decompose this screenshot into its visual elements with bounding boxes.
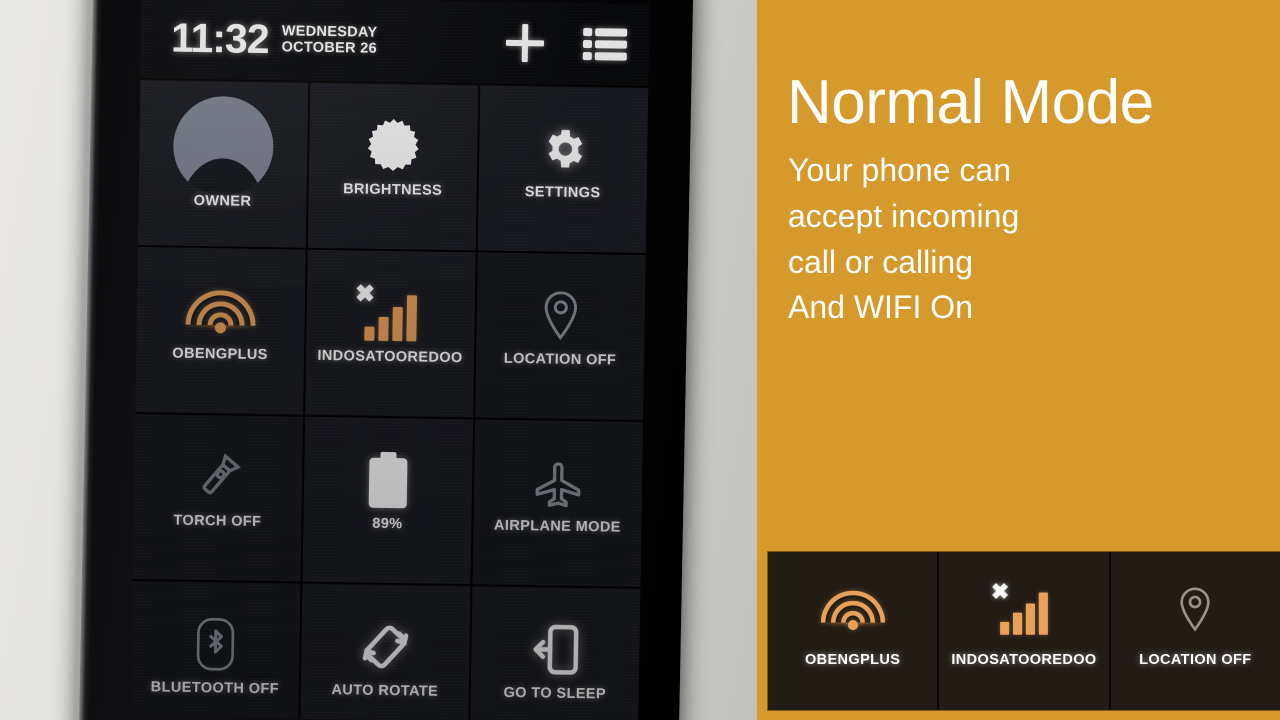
inset-tile-location[interactable]: LOCATION OFF	[1110, 552, 1280, 710]
phone-photo-area: 11:32 WEDNESDAY OCTOBER 26 OWNER BRIGHTN…	[0, 0, 757, 720]
tile-torch[interactable]: TORCH OFF	[132, 414, 304, 582]
quick-settings-grid: OWNER BRIGHTNESS SETTINGS OBENGPLUS ✖ IN…	[130, 78, 649, 720]
zoom-inset-grid: OBENGPLUS ✖ INDOSATOOREDOO LOCATION OFF	[768, 552, 1280, 710]
tile-label: SETTINGS	[524, 184, 601, 202]
airplane-icon	[529, 446, 588, 519]
gear-icon	[538, 112, 589, 185]
tile-auto-rotate[interactable]: AUTO ROTATE	[299, 583, 471, 720]
tile-label: INDOSATOOREDOO	[317, 347, 463, 367]
tile-mobile-data[interactable]: ✖ INDOSATOOREDOO	[305, 249, 476, 418]
tile-label: BRIGHTNESS	[343, 181, 443, 199]
phone-screen: 11:32 WEDNESDAY OCTOBER 26 OWNER BRIGHTN…	[130, 0, 650, 720]
tile-settings[interactable]: SETTINGS	[477, 85, 649, 254]
weekday-label: WEDNESDAY	[281, 23, 378, 41]
location-pin-icon	[1176, 578, 1214, 640]
flashlight-icon	[189, 441, 248, 514]
cell-signal-x-icon: ✖	[352, 276, 429, 349]
battery-icon	[368, 444, 408, 517]
tile-battery[interactable]: 89%	[302, 416, 474, 585]
list-icon[interactable]	[582, 27, 628, 62]
plus-icon[interactable]	[505, 24, 545, 63]
tile-label: OWNER	[193, 192, 252, 210]
tile-brightness[interactable]: BRIGHTNESS	[307, 82, 479, 251]
tile-bluetooth[interactable]: BLUETOOTH OFF	[130, 580, 301, 720]
auto-rotate-icon	[356, 611, 415, 684]
inset-tile-label: INDOSATOOREDOO	[951, 652, 1097, 668]
screen-sleep-icon	[529, 613, 582, 686]
tile-airplane-mode[interactable]: AIRPLANE MODE	[472, 419, 644, 587]
page-title: Normal Mode	[787, 68, 1154, 137]
brightness-sun-icon	[366, 110, 421, 183]
caption-body: Your phone can accept incoming call or c…	[788, 148, 1258, 331]
user-avatar-icon	[172, 95, 275, 198]
wifi-icon	[816, 578, 890, 640]
caption-line-1: Your phone can	[788, 152, 1012, 188]
inset-tile-label: OBENGPLUS	[804, 652, 901, 668]
tile-label: BLUETOOTH OFF	[150, 679, 280, 698]
tile-go-to-sleep[interactable]: GO TO SLEEP	[469, 586, 641, 720]
inset-tile-label: LOCATION OFF	[1139, 652, 1252, 668]
cell-signal-x-icon: ✖	[986, 578, 1062, 640]
location-pin-icon	[539, 279, 582, 352]
inset-tile-mobile-data[interactable]: ✖ INDOSATOOREDOO	[939, 552, 1109, 710]
tile-label: 89%	[372, 515, 403, 533]
date-block: WEDNESDAY OCTOBER 26	[281, 23, 377, 57]
tile-label: AIRPLANE MODE	[493, 517, 621, 536]
tile-label: TORCH OFF	[173, 512, 262, 530]
tile-owner[interactable]: OWNER	[137, 80, 309, 248]
tile-label: AUTO ROTATE	[331, 682, 439, 700]
screenshot-stage: 11:32 WEDNESDAY OCTOBER 26 OWNER BRIGHTN…	[0, 0, 1280, 720]
tile-label: LOCATION OFF	[503, 350, 617, 369]
status-bar: 11:32 WEDNESDAY OCTOBER 26	[140, 0, 650, 87]
caption-line-3: call or calling	[788, 243, 973, 280]
inset-tile-wifi[interactable]: OBENGPLUS	[768, 552, 938, 710]
zoom-inset-panel: OBENGPLUS ✖ INDOSATOOREDOO LOCATION OFF	[768, 552, 1280, 710]
caption-line-4: And WIFI On	[788, 289, 973, 326]
tile-label: OBENGPLUS	[172, 345, 268, 364]
tile-label: GO TO SLEEP	[503, 684, 607, 703]
wifi-icon	[183, 274, 258, 347]
caption-line-2: accept incoming	[788, 197, 1020, 234]
bluetooth-icon	[192, 608, 239, 681]
tile-location[interactable]: LOCATION OFF	[475, 252, 646, 420]
tile-wifi[interactable]: OBENGPLUS	[135, 247, 306, 415]
clock: 11:32	[170, 14, 270, 62]
status-bar-spacer	[390, 41, 493, 43]
date-label: OCTOBER 26	[281, 39, 378, 57]
